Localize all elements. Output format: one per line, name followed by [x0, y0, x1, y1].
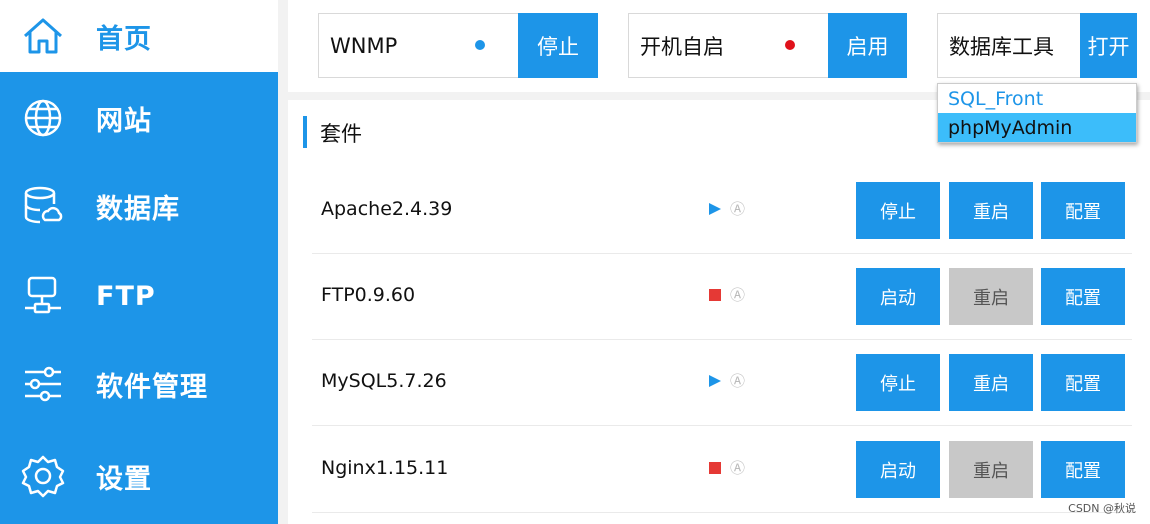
sidebar-item-label: FTP	[96, 280, 156, 312]
home-icon	[20, 13, 66, 59]
apache-config-button[interactable]: 配置	[1041, 182, 1125, 239]
stopped-square-icon	[709, 289, 721, 301]
ftp-restart-button[interactable]: 重启	[949, 268, 1033, 325]
sidebar-item-label: 软件管理	[96, 371, 208, 403]
service-row-ftp: FTP0.9.60 Ⓐ 启动 重启 配置	[312, 254, 1132, 340]
service-name: MySQL5.7.26	[321, 370, 447, 392]
sidebar-item-database[interactable]: 数据库	[0, 162, 278, 250]
db-tools-label: 数据库工具	[949, 34, 1054, 59]
db-tools: 数据库工具 打开	[937, 13, 1137, 78]
service-name: FTP0.9.60	[321, 284, 416, 306]
sidebar-item-software[interactable]: 软件管理	[0, 340, 278, 428]
autostart-a-icon: Ⓐ	[730, 286, 746, 304]
sidebar-item-label: 网站	[96, 105, 152, 137]
autostart-a-icon: Ⓐ	[730, 372, 746, 390]
database-icon	[20, 183, 66, 229]
mysql-config-button[interactable]: 配置	[1041, 354, 1125, 411]
running-play-icon	[709, 375, 721, 387]
section-title: 套件	[320, 122, 362, 146]
nginx-config-button[interactable]: 配置	[1041, 441, 1125, 498]
ftp-config-button[interactable]: 配置	[1041, 268, 1125, 325]
apache-stop-button[interactable]: 停止	[856, 182, 940, 239]
sliders-icon	[20, 361, 66, 407]
autostart-a-icon: Ⓐ	[730, 459, 746, 477]
dropdown-item-sql-front[interactable]: SQL_Front	[938, 84, 1136, 113]
wnmp-label: WNMP	[330, 33, 398, 58]
db-tools-dropdown: SQL_Front phpMyAdmin	[937, 83, 1137, 143]
sidebar-item-label: 数据库	[96, 193, 180, 225]
autostart-status-dot	[785, 40, 795, 50]
wnmp-status: WNMP 停止	[318, 13, 598, 78]
stopped-square-icon	[709, 462, 721, 474]
nginx-start-button[interactable]: 启动	[856, 441, 940, 498]
autostart-enable-button[interactable]: 启用	[828, 13, 907, 78]
apache-restart-button[interactable]: 重启	[949, 182, 1033, 239]
service-name: Apache2.4.39	[321, 198, 453, 220]
mysql-restart-button[interactable]: 重启	[949, 354, 1033, 411]
sidebar-item-home[interactable]: 首页	[0, 0, 278, 72]
sidebar-item-website[interactable]: 网站	[0, 74, 278, 162]
sidebar: 首页 网站 数据库 FTP 软件管理 设置	[0, 0, 278, 524]
db-tools-open-button[interactable]: 打开	[1080, 13, 1137, 78]
wnmp-stop-button[interactable]: 停止	[518, 13, 598, 78]
autostart-status: 开机自启 启用	[628, 13, 907, 78]
running-play-icon	[709, 203, 721, 215]
globe-icon	[20, 95, 66, 141]
mysql-stop-button[interactable]: 停止	[856, 354, 940, 411]
autostart-a-icon: Ⓐ	[730, 200, 746, 218]
service-row-apache: Apache2.4.39 Ⓐ 停止 重启 配置	[312, 168, 1132, 254]
service-row-nginx: Nginx1.15.11 Ⓐ 启动 重启 配置	[312, 427, 1132, 513]
dropdown-item-phpmyadmin[interactable]: phpMyAdmin	[938, 113, 1136, 142]
wnmp-status-dot	[475, 40, 485, 50]
service-name: Nginx1.15.11	[321, 457, 449, 479]
gear-icon	[20, 453, 66, 499]
sidebar-item-settings[interactable]: 设置	[0, 432, 278, 520]
nginx-restart-button[interactable]: 重启	[949, 441, 1033, 498]
network-icon	[20, 273, 66, 319]
sidebar-item-label: 首页	[96, 23, 152, 55]
watermark: CSDN @秋说	[1068, 502, 1136, 515]
section-marker	[303, 116, 307, 148]
autostart-label: 开机自启	[640, 34, 724, 59]
suite-panel: 套件 Apache2.4.39 Ⓐ 停止 重启 配置 FTP0.9.60 Ⓐ 启…	[288, 100, 1150, 524]
sidebar-item-ftp[interactable]: FTP	[0, 252, 278, 340]
sidebar-item-label: 设置	[96, 463, 152, 495]
ftp-start-button[interactable]: 启动	[856, 268, 940, 325]
service-row-mysql: MySQL5.7.26 Ⓐ 停止 重启 配置	[312, 340, 1132, 426]
